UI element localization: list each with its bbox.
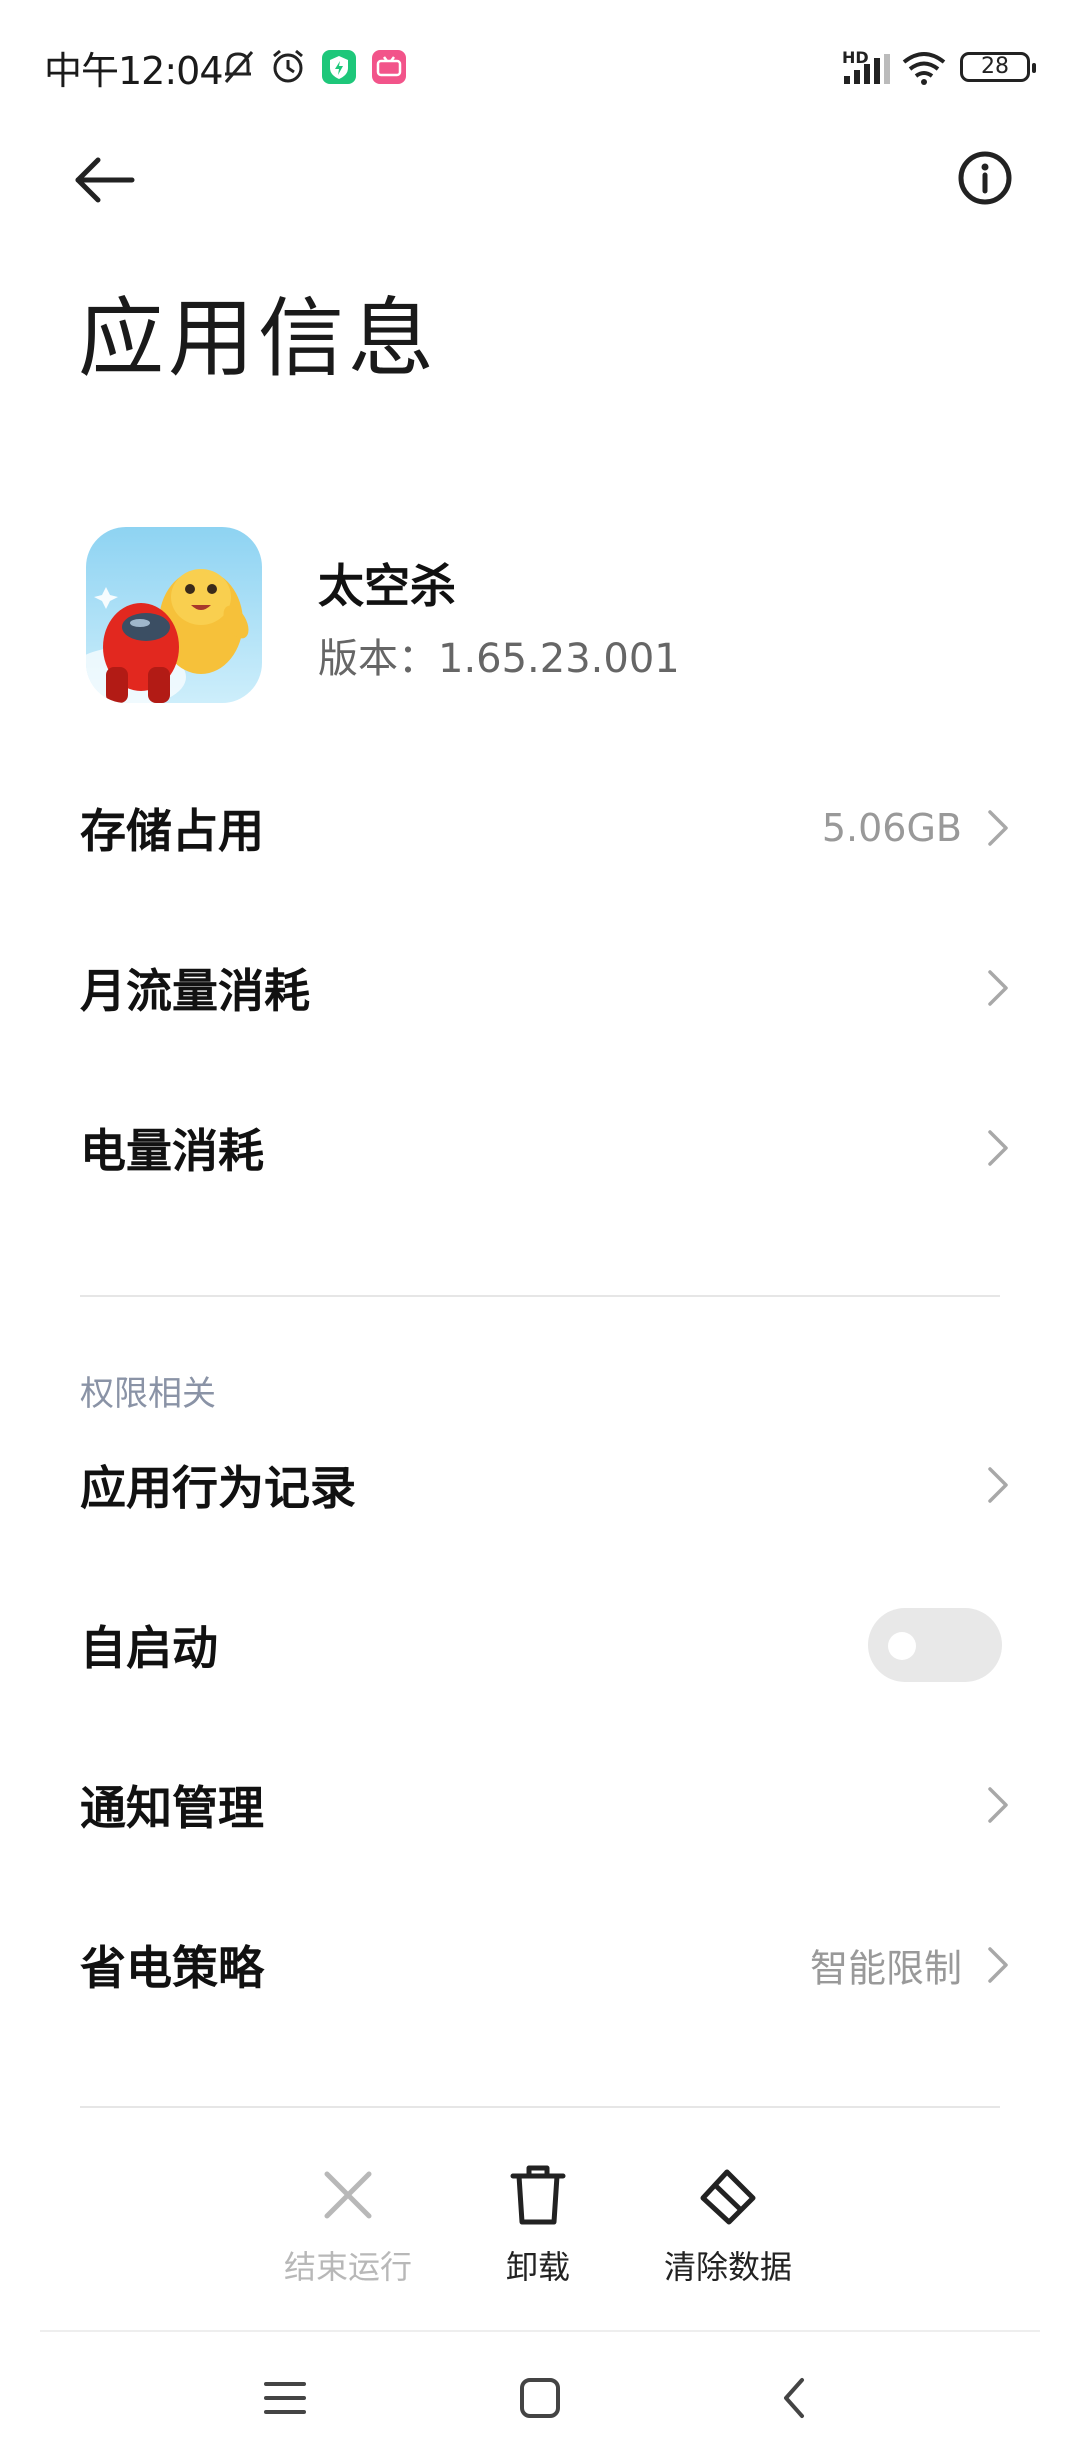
autostart-row[interactable]: 自启动 bbox=[0, 1565, 1080, 1725]
notifications-row[interactable]: 通知管理 bbox=[0, 1725, 1080, 1885]
chevron-left-icon bbox=[784, 2378, 804, 2418]
nav-back-button[interactable] bbox=[740, 2360, 850, 2440]
home-square-icon bbox=[520, 2378, 560, 2418]
force-stop-label: 结束运行 bbox=[283, 2248, 412, 2286]
signal-icon bbox=[844, 54, 890, 84]
battery-usage-row[interactable]: 电量消耗 bbox=[0, 1068, 1080, 1228]
section-divider bbox=[80, 1295, 1000, 1297]
storage-label: 存储占用 bbox=[80, 804, 264, 858]
battery-saver-value: 智能限制 bbox=[809, 1946, 962, 1991]
app-icon bbox=[86, 527, 262, 703]
storage-value: 5.06GB bbox=[821, 806, 962, 850]
home-button[interactable] bbox=[485, 2360, 595, 2440]
alarm-icon bbox=[273, 49, 303, 83]
battery-usage-label: 电量消耗 bbox=[80, 1124, 264, 1178]
status-time: 中午12:04 bbox=[44, 49, 224, 93]
back-button[interactable] bbox=[70, 150, 150, 230]
eraser-icon bbox=[700, 2169, 756, 2225]
data-usage-row[interactable]: 月流量消耗 bbox=[0, 908, 1080, 1068]
chevron-right-icon bbox=[988, 1787, 1008, 1823]
app-version: 版本：1.65.23.001 bbox=[318, 636, 680, 682]
chevron-right-icon bbox=[988, 970, 1008, 1006]
autostart-label: 自启动 bbox=[80, 1621, 218, 1675]
close-icon bbox=[324, 2171, 372, 2219]
mute-bell-icon bbox=[224, 51, 254, 83]
battery-icon: 28 bbox=[960, 52, 1036, 82]
battery-saver-label: 省电策略 bbox=[80, 1941, 264, 1995]
force-stop-button[interactable]: 结束运行 bbox=[258, 2160, 438, 2300]
uninstall-label: 卸载 bbox=[505, 2248, 570, 2286]
trash-icon bbox=[510, 2165, 566, 2225]
autostart-toggle[interactable] bbox=[868, 1608, 1002, 1682]
notifications-label: 通知管理 bbox=[80, 1781, 264, 1835]
info-icon bbox=[958, 151, 1012, 205]
page-title: 应用信息 bbox=[78, 289, 438, 389]
clear-data-label: 清除数据 bbox=[663, 2248, 792, 2286]
clear-data-button[interactable]: 清除数据 bbox=[638, 2160, 818, 2300]
storage-row[interactable]: 存储占用 5.06GB bbox=[0, 748, 1080, 908]
navbar-separator bbox=[40, 2330, 1040, 2332]
uninstall-button[interactable]: 卸载 bbox=[448, 2160, 628, 2300]
battery-saver-row[interactable]: 省电策略 智能限制 bbox=[0, 1885, 1080, 2045]
app-name: 太空杀 bbox=[318, 559, 456, 613]
security-app-icon bbox=[322, 50, 356, 84]
live-app-icon bbox=[372, 50, 406, 84]
chevron-right-icon bbox=[988, 810, 1008, 846]
chevron-right-icon bbox=[988, 1130, 1008, 1166]
chevron-right-icon bbox=[988, 1947, 1008, 1983]
data-usage-label: 月流量消耗 bbox=[80, 964, 310, 1018]
behavior-log-label: 应用行为记录 bbox=[80, 1461, 356, 1515]
wifi-icon bbox=[902, 52, 946, 85]
actions-divider bbox=[80, 2106, 1000, 2108]
arrow-left-icon bbox=[75, 157, 135, 203]
toggle-knob bbox=[888, 1632, 916, 1660]
status-bar: 中午12:04 HD 28 bbox=[0, 0, 1080, 130]
chevron-right-icon bbox=[988, 1467, 1008, 1503]
info-button[interactable] bbox=[950, 150, 1020, 220]
behavior-log-row[interactable]: 应用行为记录 bbox=[0, 1405, 1080, 1565]
recents-button[interactable] bbox=[230, 2360, 340, 2440]
menu-icon bbox=[264, 2382, 306, 2414]
